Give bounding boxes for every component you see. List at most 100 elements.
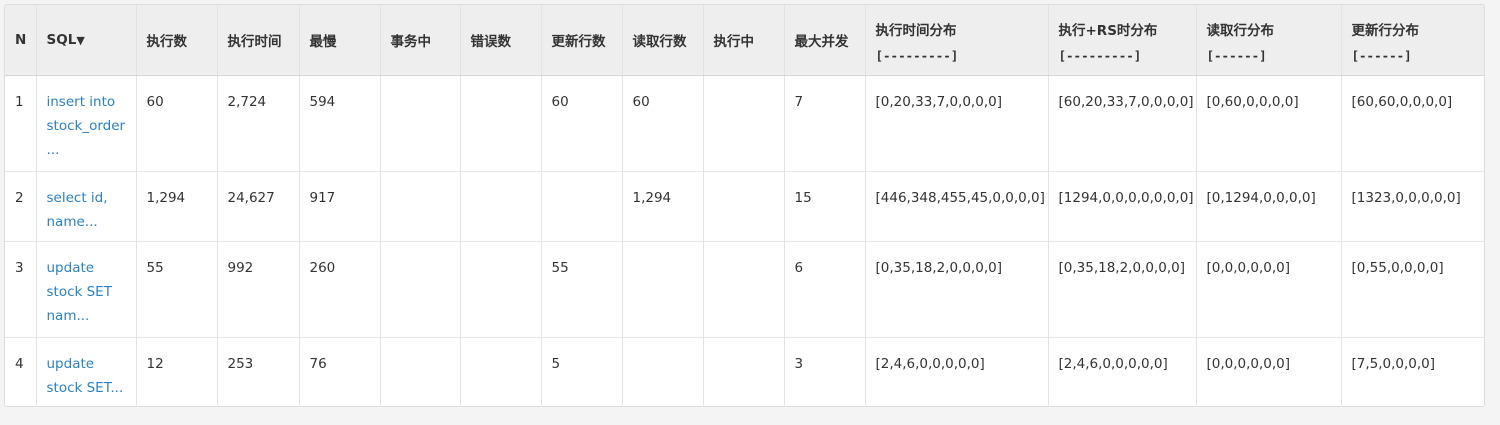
read-rows-hist-scale: [------] — [1206, 48, 1267, 63]
cell-in-txn — [380, 75, 461, 172]
col-header-n[interactable]: N — [5, 5, 37, 76]
cell-update-rows-hist: [0,55,0,0,0,0] — [1341, 241, 1484, 338]
update-rows-hist-scale: [------] — [1351, 48, 1412, 63]
table-row: 1 insert into stock_order ... 60 2,724 5… — [5, 75, 1484, 172]
header-row: N SQL▼ 执行数 执行时间 最慢 事务中 错误数 更新行数 读取行数 执行中… — [5, 5, 1484, 76]
sql-line: stock_order — [46, 117, 126, 134]
cell-exec-time: 253 — [217, 337, 300, 405]
col-header-sql[interactable]: SQL▼ — [36, 5, 137, 76]
exec-rs-hist-scale: [---------] — [1058, 48, 1142, 63]
exec-rs-hist-label: 执行+RS时分布 — [1058, 23, 1158, 39]
cell-exec-time-hist: [0,35,18,2,0,0,0,0] — [865, 241, 1049, 338]
col-header-update-rows[interactable]: 更新行数 — [541, 5, 623, 76]
col-header-exec-count[interactable]: 执行数 — [136, 5, 218, 76]
read-rows-hist-label: 读取行分布 — [1206, 23, 1275, 39]
table-row: 3 update stock SET nam... 55 992 260 55 … — [5, 241, 1484, 338]
cell-exec-count: 60 — [136, 75, 218, 172]
col-header-update-rows-hist[interactable]: 更新行分布 [------] — [1341, 5, 1484, 76]
sql-line: update — [46, 355, 95, 372]
sql-stats-panel: N SQL▼ 执行数 执行时间 最慢 事务中 错误数 更新行数 读取行数 执行中… — [4, 4, 1485, 407]
cell-update-rows: 5 — [541, 337, 623, 405]
cell-executing — [703, 337, 785, 405]
cell-max-concurrent: 15 — [784, 171, 866, 242]
sql-line: name... — [46, 213, 98, 230]
cell-exec-time: 992 — [217, 241, 300, 338]
cell-n: 2 — [5, 171, 37, 242]
cell-max-concurrent: 7 — [784, 75, 866, 172]
sql-stats-table: N SQL▼ 执行数 执行时间 最慢 事务中 错误数 更新行数 读取行数 执行中… — [5, 5, 1484, 405]
cell-exec-time-hist: [2,4,6,0,0,0,0,0] — [865, 337, 1049, 405]
cell-update-rows: 60 — [541, 75, 623, 172]
cell-exec-rs-hist: [0,35,18,2,0,0,0,0] — [1048, 241, 1197, 338]
table-row: 4 update stock SET... 12 253 76 5 3 [2,4… — [5, 337, 1484, 405]
cell-slowest: 260 — [299, 241, 381, 338]
cell-in-txn — [380, 337, 461, 405]
cell-in-txn — [380, 171, 461, 242]
sql-link[interactable]: insert into stock_order ... — [47, 90, 126, 162]
cell-executing — [703, 171, 785, 242]
col-header-read-rows-hist[interactable]: 读取行分布 [------] — [1196, 5, 1342, 76]
cell-sql: insert into stock_order ... — [36, 75, 137, 172]
cell-exec-rs-hist: [60,20,33,7,0,0,0,0] — [1048, 75, 1197, 172]
cell-read-rows: 1,294 — [622, 171, 704, 242]
cell-exec-count: 1,294 — [136, 171, 218, 242]
col-header-slowest[interactable]: 最慢 — [299, 5, 381, 76]
cell-exec-time-hist: [0,20,33,7,0,0,0,0] — [865, 75, 1049, 172]
update-rows-hist-label: 更新行分布 — [1351, 23, 1420, 39]
cell-read-rows-hist: [0,0,0,0,0,0] — [1196, 241, 1342, 338]
sort-desc-icon: ▼ — [76, 33, 85, 47]
cell-errors — [460, 337, 542, 405]
cell-errors — [460, 171, 542, 242]
sql-line: stock SET — [46, 283, 112, 300]
cell-read-rows-hist: [0,0,0,0,0,0] — [1196, 337, 1342, 405]
cell-exec-count: 12 — [136, 337, 218, 405]
cell-read-rows-hist: [0,1294,0,0,0,0] — [1196, 171, 1342, 242]
col-header-max-concurrent[interactable]: 最大并发 — [784, 5, 866, 76]
sql-line: insert into — [46, 93, 116, 110]
cell-errors — [460, 75, 542, 172]
cell-update-rows-hist: [1323,0,0,0,0,0] — [1341, 171, 1484, 242]
exec-time-hist-scale: [---------] — [875, 48, 959, 63]
sql-line: select id, — [46, 189, 108, 206]
cell-max-concurrent: 6 — [784, 241, 866, 338]
cell-update-rows-hist: [7,5,0,0,0,0] — [1351, 355, 1436, 372]
cell-slowest: 76 — [299, 337, 381, 405]
col-header-sql-label: SQL — [46, 31, 77, 48]
cell-exec-time: 2,724 — [217, 75, 300, 172]
cell-errors — [460, 241, 542, 338]
table-row: 2 select id, name... 1,294 24,627 917 1,… — [5, 171, 1484, 242]
cell-read-rows — [622, 337, 704, 405]
cell-exec-count: 55 — [136, 241, 218, 338]
cell-max-concurrent: 3 — [784, 337, 866, 405]
cell-n: 1 — [5, 75, 37, 172]
cell-executing — [703, 241, 785, 338]
cell-slowest: 594 — [299, 75, 381, 172]
sql-line: nam... — [46, 307, 90, 324]
sql-line: stock SET... — [46, 379, 124, 396]
cell-slowest: 917 — [299, 171, 381, 242]
cell-executing — [703, 75, 785, 172]
col-header-exec-rs-hist[interactable]: 执行+RS时分布 [---------] — [1048, 5, 1197, 76]
cell-update-rows — [541, 171, 623, 242]
exec-time-hist-label: 执行时间分布 — [875, 23, 957, 39]
col-header-exec-time-hist[interactable]: 执行时间分布 [---------] — [865, 5, 1049, 76]
col-header-in-txn[interactable]: 事务中 — [380, 5, 461, 76]
cell-update-rows: 55 — [541, 241, 623, 338]
sql-link[interactable]: update stock SET... — [47, 352, 126, 400]
cell-read-rows — [622, 241, 704, 338]
cell-in-txn — [380, 241, 461, 338]
cell-exec-rs-hist: [2,4,6,0,0,0,0,0] — [1048, 337, 1197, 405]
sql-line: ... — [46, 141, 60, 158]
cell-n: 3 — [5, 241, 37, 338]
sql-link[interactable]: select id, name... — [47, 186, 126, 234]
cell-sql: update stock SET... — [36, 337, 137, 405]
col-header-read-rows[interactable]: 读取行数 — [622, 5, 704, 76]
col-header-errors[interactable]: 错误数 — [460, 5, 542, 76]
cell-read-rows-hist: [0,60,0,0,0,0] — [1196, 75, 1342, 172]
sql-link[interactable]: update stock SET nam... — [47, 256, 126, 328]
cell-sql: update stock SET nam... — [36, 241, 137, 338]
col-header-exec-time[interactable]: 执行时间 — [217, 5, 300, 76]
cell-n: 4 — [5, 337, 37, 405]
sql-line: update — [46, 259, 95, 276]
col-header-executing[interactable]: 执行中 — [703, 5, 785, 76]
